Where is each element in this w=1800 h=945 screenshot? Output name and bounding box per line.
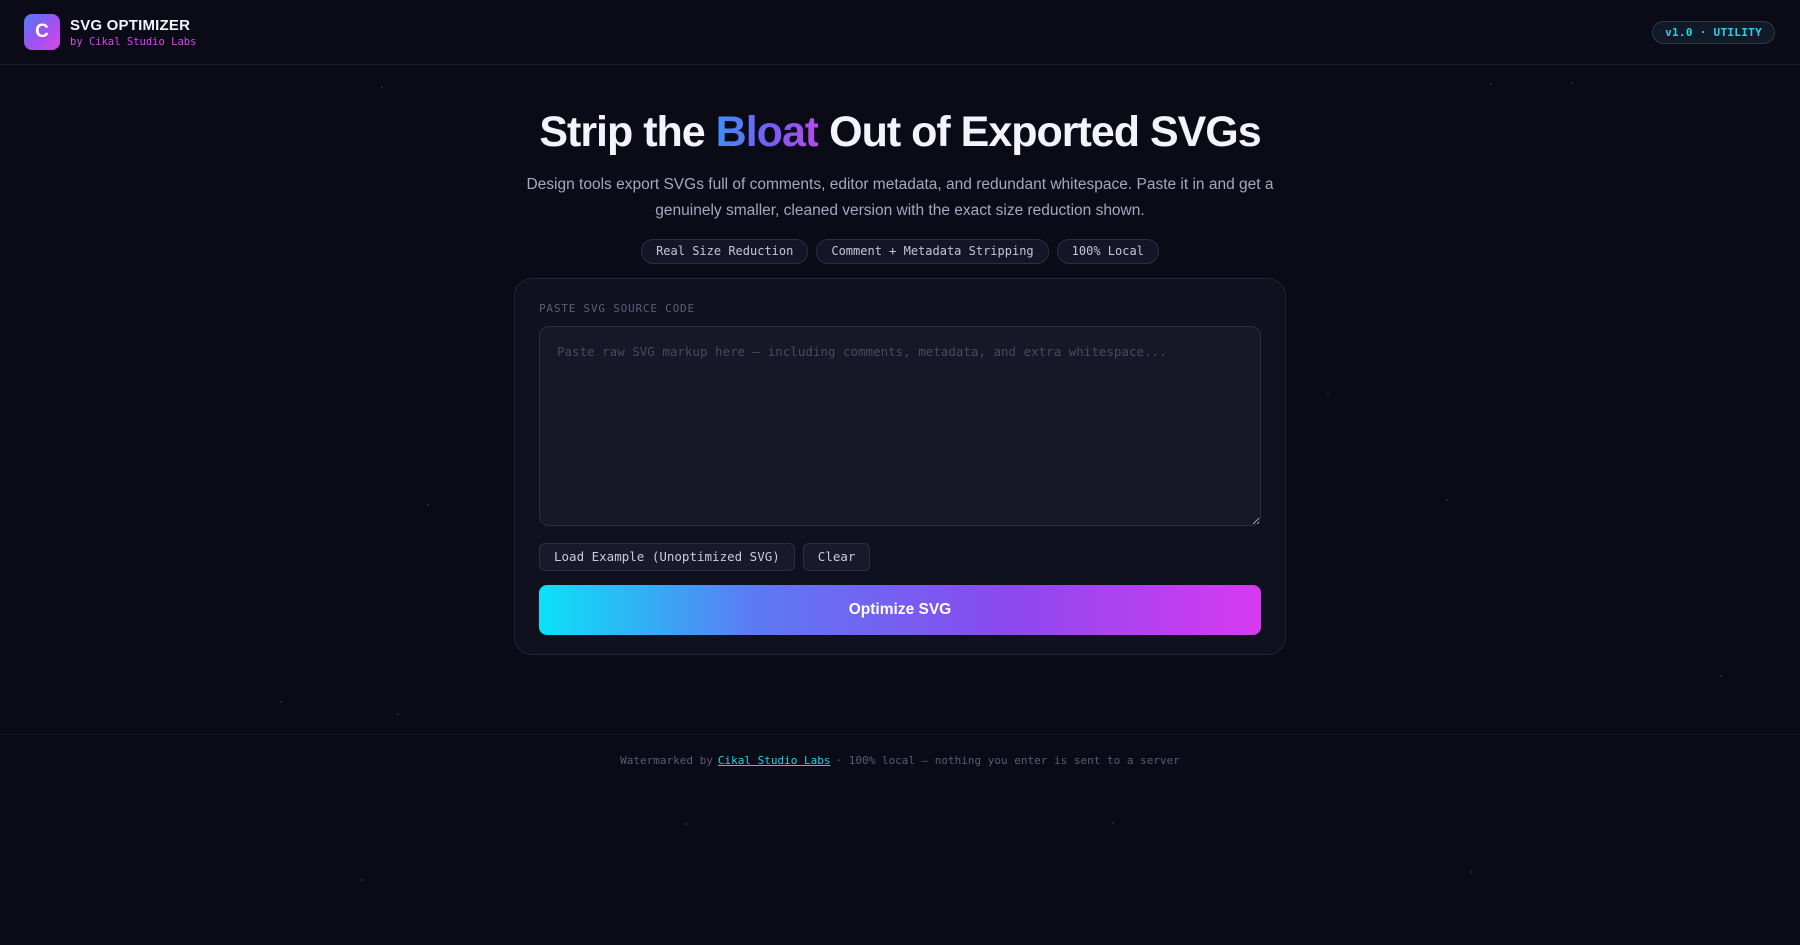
page-footer: Watermarked by Cikal Studio Labs · 100% …: [0, 734, 1800, 790]
app-title: SVG OPTIMIZER: [70, 16, 191, 34]
background-dot: [1327, 393, 1329, 395]
app-header: C SVG OPTIMIZER by Cikal Studio Labs v1.…: [0, 0, 1800, 65]
hero-title-before: Strip the: [539, 108, 705, 156]
hero-title-after: Out of Exported SVGs: [829, 108, 1262, 156]
logo-icon: C: [24, 14, 60, 50]
background-dot: [280, 701, 282, 703]
chip-metadata-stripping: Comment + Metadata Stripping: [816, 239, 1049, 264]
background-dot: [685, 823, 687, 825]
background-dot: [381, 86, 383, 88]
chip-local: 100% Local: [1056, 239, 1159, 264]
hero-description: Design tools export SVGs full of comment…: [526, 176, 1274, 219]
optimizer-card: PASTE SVG SOURCE CODE Load Example (Unop…: [514, 278, 1286, 655]
chip-size-reduction: Real Size Reduction: [641, 239, 809, 264]
svg-source-input[interactable]: [539, 326, 1261, 526]
feature-chips: Real Size Reduction Comment + Metadata S…: [0, 239, 1800, 264]
editor-actions: Load Example (Unoptimized SVG) Clear: [539, 543, 1261, 571]
footer-suffix: · 100% local — nothing you enter is sent…: [835, 754, 1180, 767]
background-dot: [361, 879, 363, 881]
hero-title-accent: Bloat: [715, 108, 819, 156]
hero-section: Strip the Bloat Out of Exported SVGs Des…: [0, 104, 1800, 264]
background-dot: [397, 713, 399, 715]
svg-source-label: PASTE SVG SOURCE CODE: [539, 302, 695, 315]
app-subtitle: by Cikal Studio Labs: [70, 35, 197, 48]
hero-title: Strip the Bloat Out of Exported SVGs: [0, 104, 1800, 160]
brand[interactable]: C SVG OPTIMIZER by Cikal Studio Labs: [24, 14, 196, 50]
background-dot: [1571, 82, 1573, 84]
optimize-svg-button[interactable]: Optimize SVG: [539, 585, 1261, 635]
background-dot: [427, 504, 429, 506]
footer-studio-link[interactable]: Cikal Studio Labs: [718, 754, 831, 767]
background-dot: [1470, 871, 1472, 873]
footer-prefix: Watermarked by: [620, 754, 713, 767]
version-badge: v1.0 · UTILITY: [1652, 20, 1775, 44]
background-dot: [1490, 83, 1492, 85]
clear-button[interactable]: Clear: [802, 543, 871, 571]
load-example-button[interactable]: Load Example (Unoptimized SVG): [539, 543, 795, 571]
background-dot: [1720, 675, 1722, 677]
background-dot: [1112, 822, 1114, 824]
background-dot: [1446, 499, 1448, 501]
brand-text: SVG OPTIMIZER by Cikal Studio Labs: [70, 17, 196, 48]
